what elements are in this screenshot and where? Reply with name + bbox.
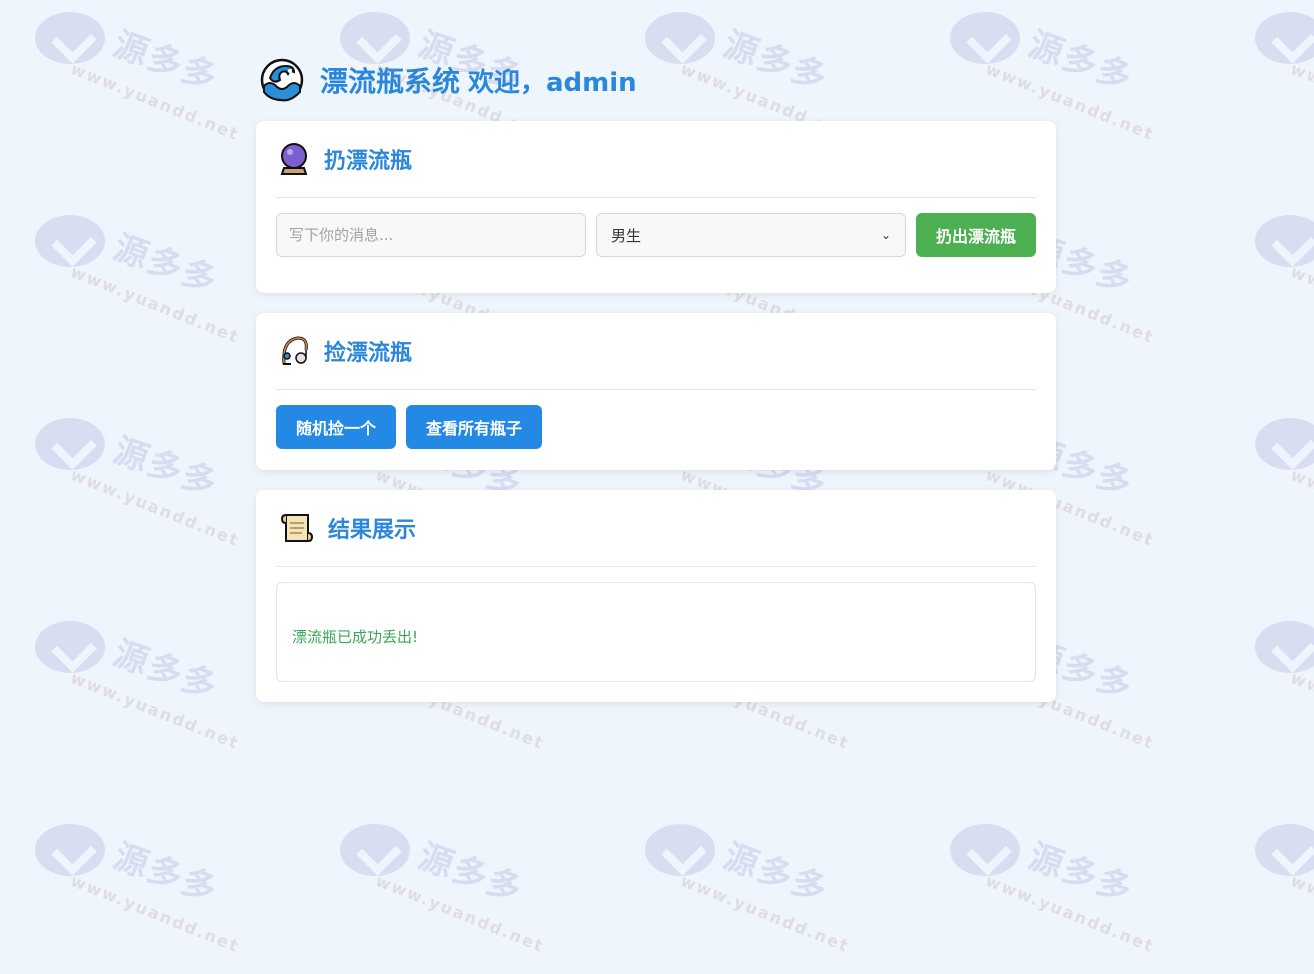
watermark-brand: 源多多 <box>108 836 224 912</box>
watermark-brand: 源多多 <box>413 836 529 912</box>
watermark-tile: 源多多www.yuandd.net <box>35 12 265 162</box>
watermark-url: www.yuandd.net <box>678 870 853 957</box>
watermark-url: www.yuandd.net <box>68 58 243 145</box>
pick-bottle-card: 捡漂流瓶 随机捡一个 查看所有瓶子 <box>256 313 1056 470</box>
watermark-brand: 源多多 <box>108 227 224 303</box>
crystal-ball-icon <box>280 143 308 175</box>
page-title: 漂流瓶系统 <box>320 65 461 98</box>
watermark-tile: 源多多www.yuandd.net <box>1255 824 1314 974</box>
watermark-brand: 源多多 <box>108 430 224 506</box>
watermark-logo-icon <box>35 12 105 64</box>
watermark-logo-icon <box>35 621 105 673</box>
watermark-url: www.yuandd.net <box>373 870 548 957</box>
watermark-logo-icon <box>35 824 105 876</box>
throw-bottle-card: 扔漂流瓶 男生 ⌄ 扔出漂流瓶 <box>256 121 1056 293</box>
watermark-tile: 源多多www.yuandd.net <box>35 824 265 974</box>
watermark-logo-icon <box>950 824 1020 876</box>
view-all-bottles-button[interactable]: 查看所有瓶子 <box>406 405 542 449</box>
fishing-pole-icon <box>282 336 308 365</box>
watermark-logo-icon <box>1255 12 1314 64</box>
watermark-url: www.yuandd.net <box>1288 58 1314 145</box>
result-card: 结果展示 漂流瓶已成功丢出! <box>256 490 1056 702</box>
page-header: 漂流瓶系统 欢迎，admin <box>256 50 1056 110</box>
watermark-logo-icon <box>1255 824 1314 876</box>
watermark-tile: 源多多www.yuandd.net <box>645 824 875 974</box>
pick-card-header: 捡漂流瓶 <box>276 313 1036 390</box>
watermark-logo-icon <box>340 824 410 876</box>
watermark-url: www.yuandd.net <box>1288 667 1314 754</box>
gender-select-value: 男生 <box>611 226 642 245</box>
watermark-url: www.yuandd.net <box>68 464 243 551</box>
watermark-tile: 源多多www.yuandd.net <box>35 215 265 365</box>
throw-form-row: 男生 ⌄ 扔出漂流瓶 <box>276 213 1036 257</box>
watermark-tile: 源多多www.yuandd.net <box>35 418 265 568</box>
watermark-url: www.yuandd.net <box>1288 261 1314 348</box>
watermark-logo-icon <box>645 824 715 876</box>
gender-select[interactable]: 男生 ⌄ <box>596 213 906 257</box>
watermark-brand: 源多多 <box>1023 836 1139 912</box>
random-pick-button[interactable]: 随机捡一个 <box>276 405 396 449</box>
main-container: 漂流瓶系统 欢迎，admin <box>256 50 1056 110</box>
watermark-tile: 源多多www.yuandd.net <box>950 824 1180 974</box>
pick-card-title: 捡漂流瓶 <box>324 341 413 366</box>
wave-icon <box>260 58 304 102</box>
watermark-logo-icon <box>1255 621 1314 673</box>
message-input[interactable] <box>276 213 586 257</box>
result-display-box: 漂流瓶已成功丢出! <box>276 582 1036 682</box>
watermark-url: www.yuandd.net <box>1288 464 1314 551</box>
watermark-url: www.yuandd.net <box>68 261 243 348</box>
result-card-title: 结果展示 <box>328 518 417 543</box>
throw-card-header: 扔漂流瓶 <box>276 121 1036 198</box>
result-card-header: 结果展示 <box>276 490 1036 567</box>
watermark-tile: 源多多www.yuandd.net <box>35 621 265 771</box>
watermark-url: www.yuandd.net <box>68 870 243 957</box>
watermark-tile: 源多多www.yuandd.net <box>1255 621 1314 771</box>
scroll-icon <box>280 514 314 542</box>
watermark-url: www.yuandd.net <box>1288 870 1314 957</box>
watermark-brand: 源多多 <box>108 24 224 100</box>
watermark-tile: 源多多www.yuandd.net <box>1255 215 1314 365</box>
watermark-logo-icon <box>35 215 105 267</box>
watermark-tile: 源多多www.yuandd.net <box>340 824 570 974</box>
welcome-text: 欢迎，admin <box>468 67 637 98</box>
watermark-brand: 源多多 <box>108 633 224 709</box>
watermark-logo-icon <box>1255 418 1314 470</box>
throw-bottle-button[interactable]: 扔出漂流瓶 <box>916 213 1036 257</box>
watermark-tile: 源多多www.yuandd.net <box>1255 418 1314 568</box>
watermark-url: www.yuandd.net <box>983 870 1158 957</box>
throw-card-title: 扔漂流瓶 <box>324 149 413 174</box>
pick-button-row: 随机捡一个 查看所有瓶子 <box>276 405 1036 449</box>
watermark-brand: 源多多 <box>718 836 834 912</box>
result-message: 漂流瓶已成功丢出! <box>292 627 419 646</box>
chevron-down-icon: ⌄ <box>880 228 891 242</box>
watermark-logo-icon <box>35 418 105 470</box>
watermark-tile: 源多多www.yuandd.net <box>1255 12 1314 162</box>
watermark-logo-icon <box>1255 215 1314 267</box>
watermark-url: www.yuandd.net <box>68 667 243 754</box>
